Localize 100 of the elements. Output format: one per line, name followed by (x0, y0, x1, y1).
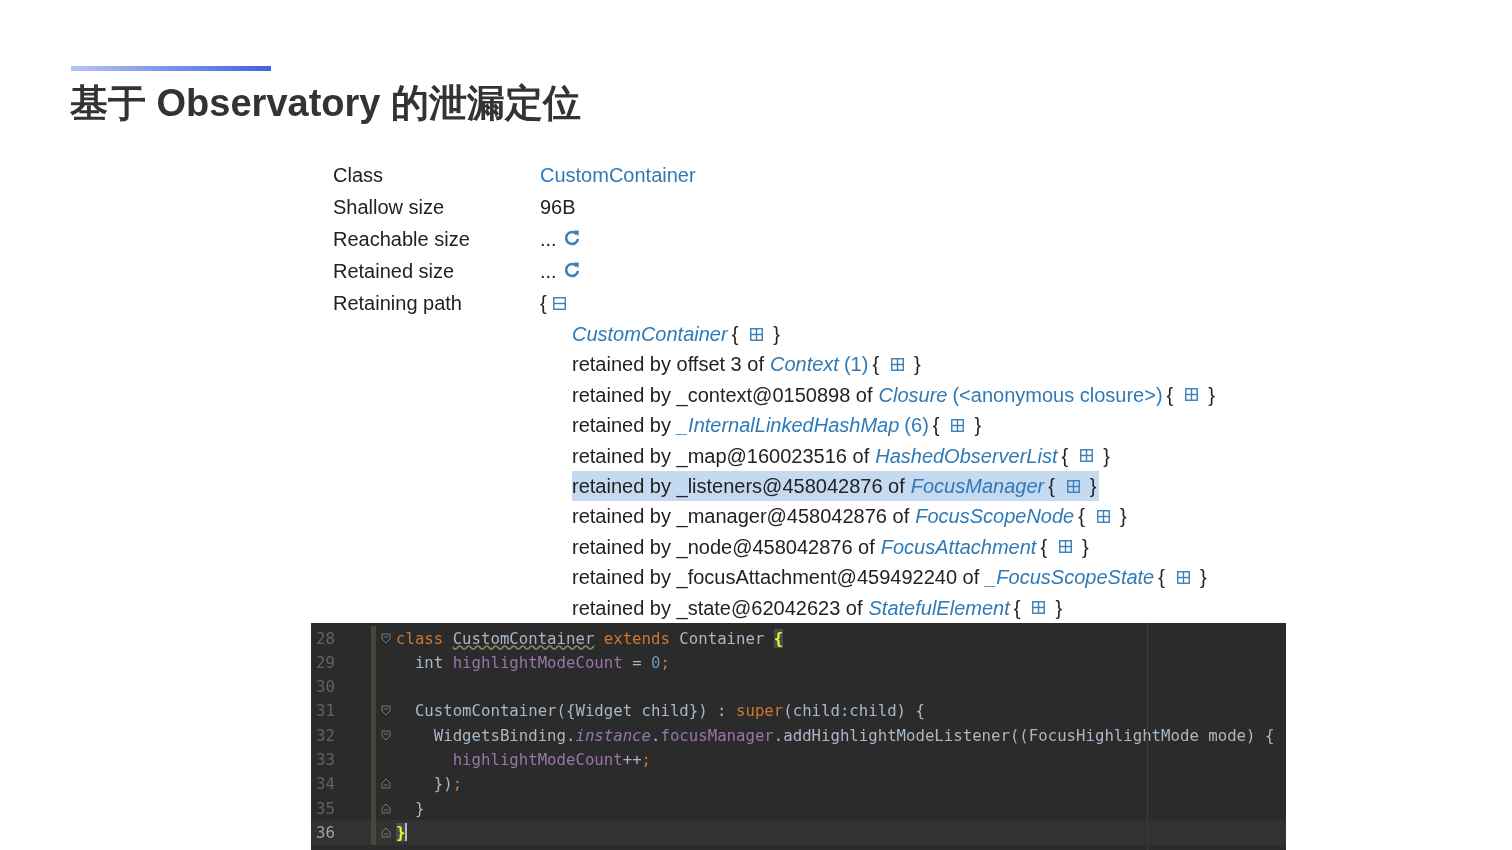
line-number: 30 (315, 677, 336, 697)
line-number: 31 (315, 701, 336, 721)
brace: } (1208, 382, 1215, 408)
line-number: 35 (315, 798, 336, 818)
code-class-name: CustomContainer (452, 628, 595, 648)
property-label: Retained size (333, 259, 456, 284)
refresh-icon[interactable] (562, 261, 581, 279)
code-field: highlightModeCount (452, 652, 623, 672)
line-number: 34 (315, 774, 336, 794)
path-text: retained by (572, 413, 671, 439)
code-keyword: ; (641, 750, 652, 770)
path-entry[interactable]: retained by _context@0150898 of Closure (<anonymous closure>) { } (572, 379, 1217, 411)
path-text: retained by _node@458042876 of (572, 534, 875, 561)
brace: } (1103, 443, 1110, 469)
code-brace: } (396, 822, 406, 842)
expand-icon[interactable] (951, 418, 965, 432)
line-number: 29 (315, 652, 336, 672)
class-link[interactable]: _InternalLinkedHashMap (676, 410, 900, 441)
text-cursor (405, 823, 408, 842)
path-entry[interactable]: retained by _manager@458042876 of FocusScopeNode { } (572, 501, 1129, 532)
fold-icon[interactable] (381, 729, 391, 741)
fold-icon[interactable] (381, 705, 391, 717)
brace: } (914, 352, 921, 378)
code-keyword: ; (452, 774, 463, 794)
code-keyword: ; (660, 652, 670, 672)
expand-icon[interactable] (1080, 449, 1094, 463)
code-field: highlightModeCount (396, 750, 623, 770)
path-entry[interactable]: retained by _state@62042623 of StatefulElement { } (572, 592, 1065, 623)
line-number: 36 (315, 822, 336, 842)
code-text: WidgetsBinding. (432, 725, 576, 745)
class-link[interactable]: HashedObserverList (875, 440, 1058, 471)
fold-icon[interactable] (381, 632, 391, 644)
code-text: int (413, 652, 445, 672)
brace: } (1089, 473, 1097, 499)
property-label: Retaining path (333, 291, 463, 316)
count-link[interactable]: (<anonymous closure>) (952, 379, 1163, 411)
brace: } (1055, 595, 1063, 621)
expand-icon[interactable] (1176, 570, 1190, 584)
class-link[interactable]: CustomContainer (572, 319, 728, 350)
fold-icon[interactable] (381, 802, 391, 814)
path-text: retained by _focusAttachment@459492240 of (572, 565, 980, 591)
property-label: Reachable size (333, 227, 471, 252)
fold-icon[interactable] (381, 826, 391, 838)
property-label: Class (333, 163, 384, 188)
code-field: instance (575, 725, 651, 745)
path-text: retained by _manager@458042876 of (572, 504, 910, 530)
class-link[interactable]: _FocusScopeState (985, 562, 1155, 593)
path-entry[interactable]: CustomContainer { } (572, 319, 782, 350)
expand-icon[interactable] (891, 358, 905, 372)
brace: } (1082, 534, 1089, 560)
property-value: 96B (540, 195, 576, 220)
code-keyword: super (736, 701, 784, 721)
code-keyword: class (396, 628, 445, 648)
expand-icon[interactable] (1096, 510, 1110, 524)
path-entry[interactable]: retained by _map@160023516 of HashedObserverList { } (572, 440, 1112, 471)
expand-icon[interactable] (1059, 540, 1073, 554)
code-keyword: extends (602, 628, 670, 648)
expand-icon[interactable] (1066, 479, 1080, 493)
code-text: (child:child) { (783, 701, 925, 721)
class-link[interactable]: CustomContainer (540, 159, 696, 191)
brace: { (540, 291, 547, 316)
collapse-icon[interactable] (552, 296, 566, 310)
brace: } (1119, 504, 1127, 530)
code-field: focusManager (660, 725, 774, 745)
refresh-icon[interactable] (562, 229, 581, 247)
class-link[interactable]: Context (770, 349, 839, 380)
count-link[interactable]: (6) (904, 410, 929, 441)
code-text: .addHighlightModeListener((FocusHighlightMode mode) { (773, 725, 1275, 745)
expand-icon[interactable] (1032, 601, 1046, 615)
code-text: . (651, 725, 661, 745)
brace: { (731, 322, 739, 347)
class-link[interactable]: FocusScopeNode (915, 501, 1075, 532)
count-link[interactable]: (1) (843, 349, 869, 380)
brace: { (932, 413, 940, 439)
path-entry[interactable]: retained by offset 3 of Context (1) { } (572, 349, 923, 380)
class-link[interactable]: Closure (878, 379, 948, 411)
class-link[interactable]: StatefulElement (868, 592, 1010, 623)
path-entry[interactable]: retained by _node@458042876 of FocusAttachment { } (572, 531, 1091, 563)
brace: } (773, 322, 780, 347)
line-number: 32 (315, 725, 336, 745)
path-text: retained by _map@160023516 of (572, 443, 870, 470)
path-text: retained by offset 3 of (572, 352, 764, 378)
class-link[interactable]: FocusAttachment (880, 531, 1037, 563)
expand-icon[interactable] (750, 327, 764, 341)
path-entry[interactable]: retained by _listeners@458042876 of FocusManager { } (572, 470, 1099, 502)
property-value: ... (540, 259, 557, 284)
property-value: ... (540, 227, 557, 252)
fold-icon[interactable] (381, 778, 391, 790)
expand-icon[interactable] (1185, 388, 1199, 402)
code-text: CustomContainer({Widget child}) : (413, 701, 728, 721)
brace: { (1158, 565, 1165, 591)
line-number: 28 (315, 628, 336, 648)
brace: } (1199, 565, 1207, 591)
path-entry[interactable]: retained by _focusAttachment@459492240 of _FocusScopeState { } (572, 562, 1209, 593)
class-link[interactable]: FocusManager (910, 470, 1045, 502)
path-entry[interactable]: retained by _InternalLinkedHashMap (6) { } (572, 410, 984, 441)
code-text: }) (432, 774, 453, 794)
brace: { (1166, 382, 1174, 408)
line-number: 33 (315, 750, 336, 770)
path-text: retained by _listeners@458042876 of (572, 473, 905, 500)
